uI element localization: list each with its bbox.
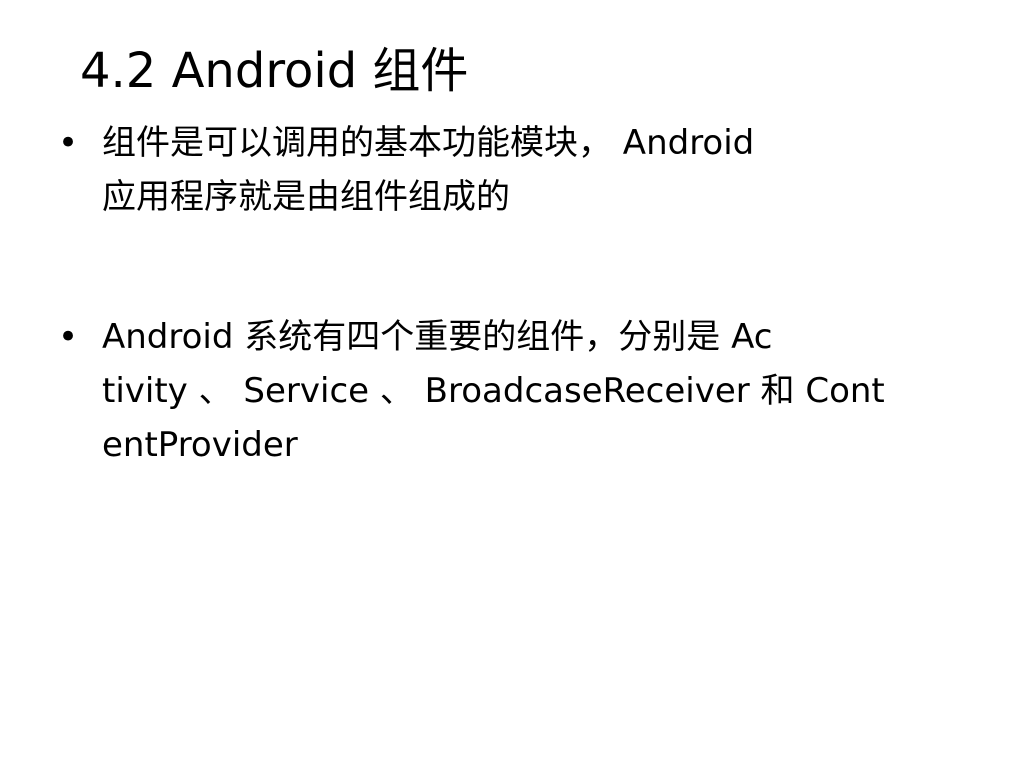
bullet-item-components-definition: • 组件是可以调用的基本功能模块， Android 应用程序就是由组件组成的 bbox=[0, 116, 1024, 224]
bullet-line: 应用程序就是由组件组成的 bbox=[102, 177, 510, 217]
bullet-marker: • bbox=[58, 317, 79, 357]
bullet-line: Android 系统有四个重要的组件，分别是 Ac bbox=[102, 317, 773, 357]
bullet-line: entProvider bbox=[102, 425, 298, 465]
bullet-marker: • bbox=[58, 123, 79, 163]
bullet-line: tivity 、 Service 、 BroadcaseReceiver 和 C… bbox=[102, 371, 885, 411]
slide-title: 4.2 Android 组件 bbox=[80, 43, 469, 99]
bullet-list: • 组件是可以调用的基本功能模块， Android 应用程序就是由组件组成的 •… bbox=[0, 116, 1024, 472]
slide: 4.2 Android 组件 • 组件是可以调用的基本功能模块， Android… bbox=[0, 0, 1024, 768]
bullet-line: 组件是可以调用的基本功能模块， Android bbox=[102, 123, 755, 163]
bullet-item-four-components: • Android 系统有四个重要的组件，分别是 Ac tivity 、 Ser… bbox=[0, 310, 1024, 472]
